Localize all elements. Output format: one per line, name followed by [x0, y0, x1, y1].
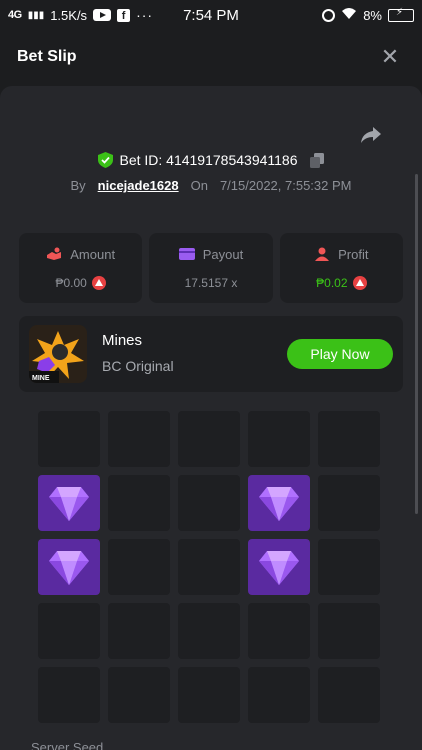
payout-card-icon: [178, 248, 195, 260]
wifi-icon: [341, 7, 357, 23]
grid-tile-gem: [248, 475, 310, 531]
status-bar: 4G ▮▮▮ 1.5K/s f ··· 7:54 PM 8%: [0, 0, 422, 30]
grid-tile: [178, 539, 240, 595]
stat-label: Amount: [70, 246, 116, 262]
mines-logo-text: MINE: [32, 375, 50, 382]
stat-value: 17.5157 x: [184, 275, 238, 290]
signal-icon: ▮▮▮: [27, 9, 45, 21]
grid-tile: [318, 603, 380, 659]
stat-amount: Amount ₱0.00: [19, 233, 143, 303]
battery-percent: 8%: [363, 7, 382, 23]
grid-tile: [178, 667, 240, 723]
grid-tile: [318, 667, 380, 723]
game-card[interactable]: MINE Mines BC Original Play Now: [19, 316, 403, 392]
user-link[interactable]: nicejade1628: [98, 178, 179, 193]
page-title: Bet Slip: [17, 48, 77, 65]
stat-payout: Payout 17.5157 x: [149, 233, 273, 303]
gem-icon: [49, 551, 89, 585]
youtube-icon: [93, 9, 112, 21]
close-button[interactable]: ✕: [378, 45, 402, 69]
by-label: By: [70, 178, 86, 193]
grid-tile: [38, 603, 100, 659]
on-label: On: [190, 178, 208, 193]
grid-tile: [318, 539, 380, 595]
grid-tile: [108, 667, 170, 723]
network-indicator: 4G: [8, 9, 22, 21]
scrollbar[interactable]: [415, 174, 418, 514]
stat-value: ₱0.02: [316, 275, 348, 290]
gem-icon: [49, 487, 89, 521]
shield-check-icon: [98, 152, 114, 168]
grid-tile-gem: [38, 475, 100, 531]
bet-datetime: 7/15/2022, 7:55:32 PM: [219, 178, 352, 193]
stat-value: ₱0.00: [55, 275, 87, 290]
bet-meta-row: By nicejade1628 On 7/15/2022, 7:55:32 PM: [0, 178, 422, 193]
game-subtitle: BC Original: [102, 358, 174, 374]
grid-tile: [108, 603, 170, 659]
grid-tile: [108, 411, 170, 467]
grid-tile: [38, 667, 100, 723]
grid-tile: [318, 475, 380, 531]
more-notifications: ···: [136, 7, 154, 23]
alarm-icon: [322, 8, 336, 22]
grid-tile: [178, 475, 240, 531]
grid-tile: [178, 411, 240, 467]
game-name: Mines: [102, 332, 143, 349]
grid-tile: [178, 603, 240, 659]
mines-grid: [38, 411, 381, 723]
play-now-button[interactable]: Play Now: [287, 339, 393, 369]
grid-tile: [248, 603, 310, 659]
grid-tile: [248, 667, 310, 723]
grid-tile: [108, 475, 170, 531]
share-icon: [361, 127, 381, 143]
profit-user-icon: [315, 247, 330, 261]
grid-tile-gem: [248, 539, 310, 595]
share-button[interactable]: [360, 125, 382, 145]
copy-icon[interactable]: [309, 152, 324, 168]
coin-icon: [91, 275, 106, 290]
bet-id: Bet ID: 41419178543941186: [119, 152, 298, 168]
server-seed-label: Server Seed: [31, 740, 104, 750]
gem-icon: [259, 487, 299, 521]
grid-tile: [108, 539, 170, 595]
facebook-icon: f: [117, 8, 131, 22]
gem-icon: [259, 551, 299, 585]
stat-profit: Profit ₱0.02: [279, 233, 403, 303]
coin-icon: [352, 275, 367, 290]
stat-label: Payout: [202, 246, 244, 262]
grid-tile-gem: [38, 539, 100, 595]
bet-slip-header: Bet Slip ✕: [0, 30, 422, 84]
battery-icon: [388, 7, 414, 22]
stat-label: Profit: [338, 246, 369, 262]
stats-row: Amount ₱0.00 Payout 17.5157 x Profit ₱0.…: [19, 233, 403, 303]
network-speed: 1.5K/s: [50, 7, 88, 23]
grid-tile: [248, 411, 310, 467]
money-hand-icon: [47, 247, 62, 260]
grid-tile: [38, 411, 100, 467]
grid-tile: [318, 411, 380, 467]
bet-id-row: Bet ID: 41419178543941186: [0, 152, 422, 168]
mines-thumbnail: MINE: [29, 325, 87, 383]
